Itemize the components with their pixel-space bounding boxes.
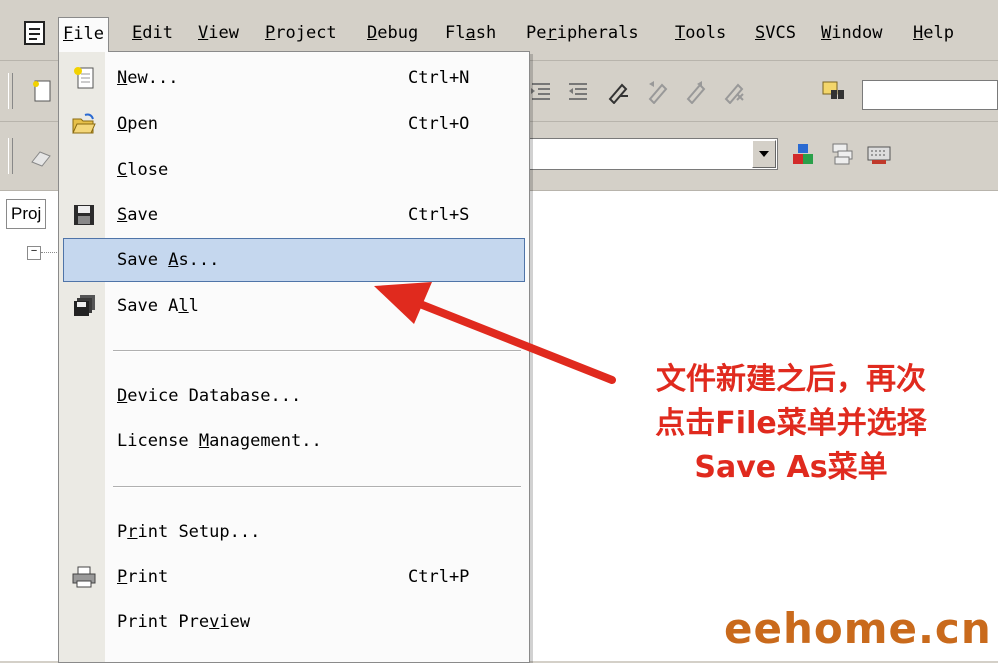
unindent-icon[interactable] <box>565 78 591 104</box>
save-disk-icon <box>74 205 94 225</box>
target-options-icon[interactable] <box>790 141 816 167</box>
bookmark-next-icon[interactable] <box>683 78 709 104</box>
site-watermark: eehome.cn <box>724 604 992 653</box>
save-all-icon <box>74 295 95 316</box>
menu-item-open[interactable]: Open Ctrl+O <box>63 102 525 146</box>
menu-item-save[interactable]: Save Ctrl+S <box>63 193 525 237</box>
toolbar-grip[interactable] <box>8 138 13 174</box>
annotation-line-3: Save As菜单 <box>694 450 888 485</box>
menu-peripherals[interactable]: Peripherals <box>522 20 643 46</box>
printer-icon <box>72 566 96 588</box>
bookmark-prev-icon[interactable] <box>645 78 671 104</box>
menu-flash[interactable]: Flash <box>441 20 500 46</box>
chevron-down-icon[interactable] <box>752 140 776 168</box>
target-select[interactable] <box>520 138 778 170</box>
menu-view[interactable]: View <box>194 20 243 46</box>
menu-svcs[interactable]: SVCS <box>751 20 800 46</box>
find-in-files-icon[interactable] <box>820 78 846 104</box>
new-file-icon <box>74 67 94 89</box>
annotation-line-2: 点击File菜单并选择 <box>655 406 927 441</box>
pack-installer-icon[interactable] <box>866 141 892 167</box>
annotation-callout: 文件新建之后，再次 点击File菜单并选择 Save As菜单 <box>596 358 986 490</box>
menu-separator <box>113 486 521 488</box>
menu-separator <box>113 350 521 352</box>
annotation-line-1: 文件新建之后，再次 <box>656 362 926 397</box>
manage-components-icon[interactable] <box>830 141 856 167</box>
menu-item-new[interactable]: New... Ctrl+N <box>63 56 525 100</box>
menu-item-save-as[interactable]: Save As... <box>63 238 525 282</box>
document-icon <box>24 21 45 45</box>
menu-item-save-all[interactable]: Save All <box>63 284 525 328</box>
translate-icon[interactable] <box>28 144 54 170</box>
tree-collapse-toggle[interactable]: − <box>27 246 41 260</box>
menu-item-device-database[interactable]: Device Database... <box>63 374 525 418</box>
menu-item-print[interactable]: Print Ctrl+P <box>63 555 525 599</box>
shortcut-text: Ctrl+N <box>408 68 470 88</box>
menu-item-close[interactable]: Close <box>63 148 525 192</box>
menu-help[interactable]: Help <box>909 20 958 46</box>
menu-item-license-management[interactable]: License Management.. <box>63 419 525 463</box>
bookmark-toggle-icon[interactable] <box>605 78 631 104</box>
menu-item-print-preview[interactable]: Print Preview <box>63 600 525 644</box>
toolbar-grip[interactable] <box>8 73 13 109</box>
project-pane <box>0 191 63 661</box>
shortcut-text: Ctrl+P <box>408 567 470 587</box>
menu-debug[interactable]: Debug <box>363 20 422 46</box>
menu-window[interactable]: Window <box>817 20 886 46</box>
tab-project[interactable]: Proj <box>6 199 47 229</box>
menu-item-print-setup[interactable]: Print Setup... <box>63 510 525 554</box>
shortcut-text: Ctrl+O <box>408 114 470 134</box>
file-menu-dropdown: New... Ctrl+N Open Ctrl+O Close Save Ctr… <box>58 51 530 663</box>
shortcut-text: Ctrl+S <box>408 205 470 225</box>
indent-icon[interactable] <box>528 78 554 104</box>
menu-edit[interactable]: Edit <box>128 20 177 46</box>
new-file-icon[interactable] <box>30 78 56 104</box>
menu-tools[interactable]: Tools <box>671 20 730 46</box>
bookmark-clear-icon[interactable] <box>721 78 747 104</box>
menu-file[interactable]: File <box>58 17 109 52</box>
menu-project[interactable]: Project <box>261 20 341 46</box>
folder-open-icon <box>72 113 96 134</box>
find-input[interactable] <box>862 80 998 110</box>
